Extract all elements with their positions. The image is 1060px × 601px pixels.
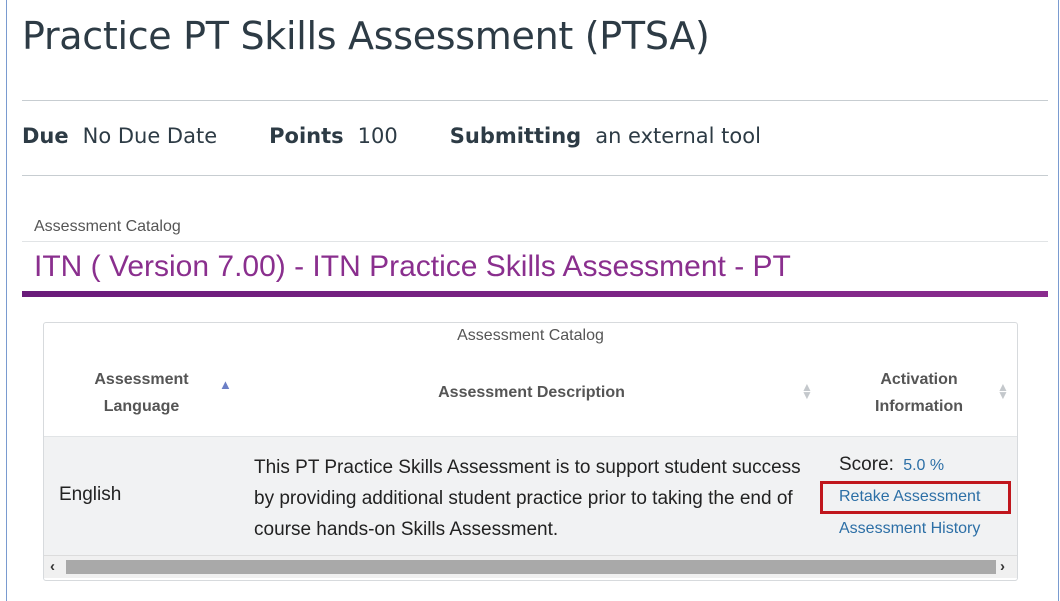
page-title: Practice PT Skills Assessment (PTSA)	[22, 14, 710, 58]
sort-icon[interactable]: ▲ ▼	[997, 381, 1009, 401]
scrollbar-thumb[interactable]	[66, 560, 996, 574]
score-label: Score:	[839, 454, 894, 475]
retake-assessment-link[interactable]: Retake Assessment	[839, 488, 980, 506]
submitting-label: Submitting	[449, 124, 582, 148]
sort-ascending-icon[interactable]: ▲	[219, 378, 232, 391]
score-value[interactable]: 5.0 %	[903, 457, 944, 474]
column-header-line: Language	[103, 398, 180, 415]
column-header-language[interactable]: Assessment Language	[64, 366, 219, 420]
description-cell: This PT Practice Skills Assessment is to…	[254, 457, 801, 540]
assignment-details: Due No Due Date Points 100 Submitting an…	[22, 124, 813, 148]
table-row: English This PT Practice Skills Assessme…	[44, 436, 1017, 556]
column-header-line: Assessment	[94, 371, 189, 388]
column-header-description[interactable]: Assessment Description	[314, 379, 749, 406]
chevron-left-icon[interactable]: ‹	[50, 558, 55, 575]
catalog-accent-bar	[22, 291, 1048, 297]
assessment-history-link[interactable]: Assessment History	[839, 520, 980, 538]
chevron-right-icon[interactable]: ›	[1000, 558, 1005, 575]
divider	[22, 100, 1048, 101]
due-value: No Due Date	[82, 124, 218, 148]
horizontal-scrollbar[interactable]: ‹ ›	[44, 555, 1017, 578]
table-caption: Assessment Catalog	[457, 327, 604, 344]
points-label: Points	[269, 124, 344, 148]
due-label: Due	[22, 124, 69, 148]
score: Score: 5.0 %	[839, 454, 944, 476]
sort-icon[interactable]: ▲ ▼	[801, 381, 813, 401]
language-cell: English	[59, 484, 122, 505]
catalog-title: ITN ( Version 7.00) - ITN Practice Skill…	[34, 250, 791, 283]
column-header-line: Information	[875, 398, 963, 415]
assessment-table: Assessment Catalog Assessment Language ▲…	[43, 322, 1018, 581]
window-frame-left	[6, 0, 7, 601]
divider	[22, 175, 1048, 176]
submitting-value: an external tool	[595, 124, 761, 148]
column-header-line: Activation	[880, 371, 958, 388]
window-frame-right	[1058, 0, 1059, 601]
column-header-activation[interactable]: Activation Information	[834, 366, 1004, 420]
catalog-caption: Assessment Catalog	[34, 218, 181, 235]
points-value: 100	[357, 124, 398, 148]
